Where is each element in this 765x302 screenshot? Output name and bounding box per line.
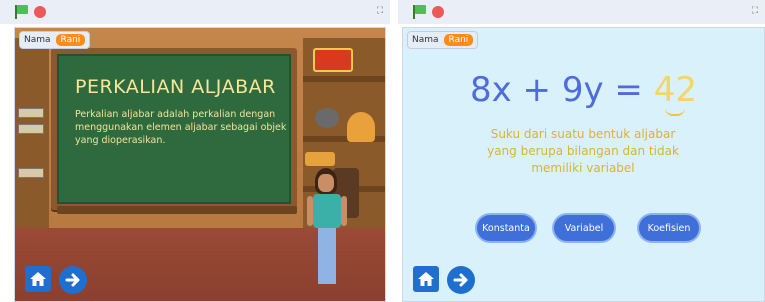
left-toolbar: ⛶ [0, 0, 390, 24]
teacher-character[interactable] [307, 168, 347, 288]
equation-highlighted-term: 42 [653, 70, 697, 110]
home-button[interactable] [413, 266, 439, 292]
home-icon [418, 272, 434, 286]
chalkboard-surface: PERKALIAN ALJABAR Perkalian aljabar adal… [57, 54, 291, 204]
right-stage: Nama Rani 8x + 9y = 42 Suku dari suatu b… [402, 27, 765, 302]
board-title: PERKALIAN ALJABAR [75, 76, 276, 98]
fullscreen-icon[interactable]: ⛶ [374, 5, 386, 17]
decor-cup [305, 152, 335, 166]
name-variable-monitor: Nama Rani [407, 31, 479, 49]
green-flag-icon[interactable] [14, 5, 28, 19]
left-bookshelf [15, 38, 49, 228]
highlight-brace [665, 108, 685, 116]
home-icon [30, 272, 46, 286]
next-button[interactable] [447, 266, 475, 294]
right-project: ⛶ Nama Rani 8x + 9y = 42 Suku dari suatu… [398, 0, 765, 302]
home-button[interactable] [25, 266, 51, 292]
chalkboard: PERKALIAN ALJABAR Perkalian aljabar adal… [51, 48, 297, 210]
decor-toy [315, 108, 339, 128]
name-label: Nama [24, 35, 51, 45]
question-description: Suku dari suatu bentuk aljabar yang beru… [487, 127, 679, 175]
arrow-right-icon [453, 273, 468, 287]
decor-box [313, 48, 353, 72]
equation: 8x + 9y = 42 [403, 70, 764, 110]
answer-konstanta-button[interactable]: Konstanta [477, 215, 535, 241]
name-variable-monitor: Nama Rani [19, 31, 91, 49]
stop-icon[interactable] [432, 6, 444, 18]
decor-vase [347, 112, 375, 142]
equation-text: 8x + 9y = [470, 70, 654, 110]
answer-koefisien-button[interactable]: Koefisien [639, 215, 699, 241]
name-value: Rani [443, 34, 474, 46]
name-label: Nama [412, 35, 439, 45]
left-stage: PERKALIAN ALJABAR Perkalian aljabar adal… [14, 27, 386, 302]
green-flag-icon[interactable] [412, 5, 426, 19]
name-value: Rani [55, 34, 86, 46]
stop-icon[interactable] [34, 6, 46, 18]
next-button[interactable] [59, 266, 87, 294]
board-text: Perkalian aljabar adalah perkalian denga… [75, 109, 287, 146]
arrow-right-icon [65, 273, 80, 287]
fullscreen-icon[interactable]: ⛶ [749, 5, 761, 17]
chalk-tray [57, 206, 297, 214]
answer-variabel-button[interactable]: Variabel [554, 215, 614, 241]
right-toolbar: ⛶ [398, 0, 765, 24]
left-project: ⛶ PERKALIAN ALJABAR Perkalian aljabar ad… [0, 0, 390, 302]
